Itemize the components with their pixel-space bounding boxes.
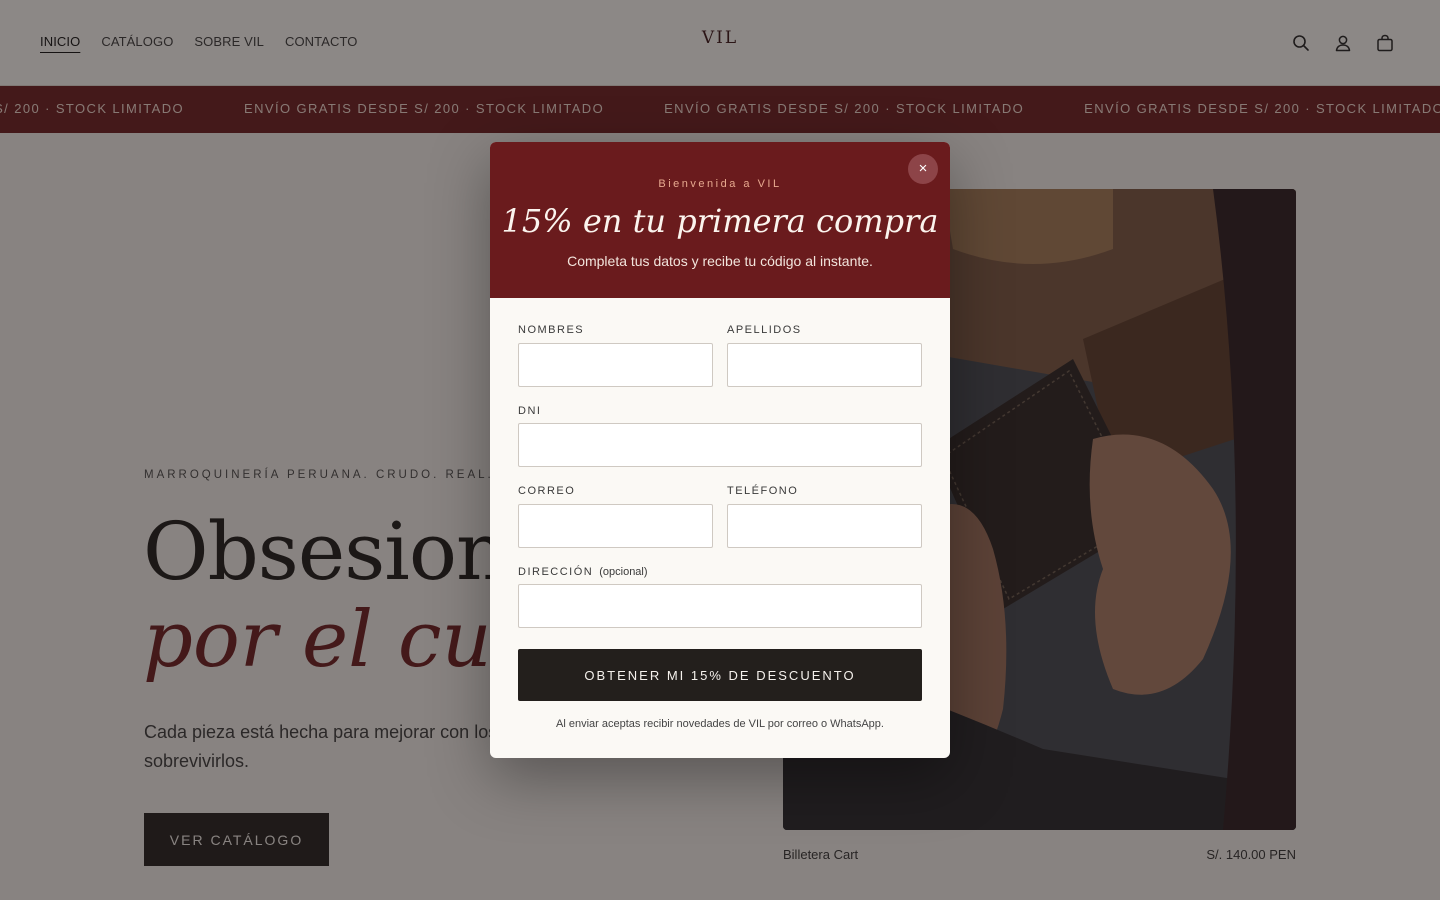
direccion-input[interactable] bbox=[518, 584, 922, 628]
apellidos-label: APELLIDOS bbox=[727, 324, 802, 336]
get-discount-button[interactable]: OBTENER MI 15% DE DESCUENTO bbox=[518, 649, 922, 701]
discount-modal: Bienvenida a VIL 15% en tu primera compr… bbox=[490, 142, 950, 758]
apellidos-input[interactable] bbox=[727, 343, 922, 387]
modal-header: Bienvenida a VIL 15% en tu primera compr… bbox=[490, 142, 950, 298]
telefono-label: TELÉFONO bbox=[727, 485, 799, 497]
dni-input[interactable] bbox=[518, 423, 922, 467]
nombres-input[interactable] bbox=[518, 343, 713, 387]
correo-label: CORREO bbox=[518, 485, 576, 497]
direccion-label: DIRECCIÓN (opcional) bbox=[518, 566, 648, 578]
optional-tag: (opcional) bbox=[599, 566, 648, 578]
close-button[interactable]: × bbox=[908, 154, 938, 184]
nombres-label: NOMBRES bbox=[518, 324, 585, 336]
modal-subtitle: Completa tus datos y recibe tu código al… bbox=[567, 253, 873, 269]
telefono-input[interactable] bbox=[727, 504, 922, 548]
legal-notice: Al enviar aceptas recibir novedades de V… bbox=[556, 718, 884, 730]
correo-input[interactable] bbox=[518, 504, 713, 548]
modal-title: 15% en tu primera compra bbox=[501, 202, 939, 240]
modal-eyebrow: Bienvenida a VIL bbox=[658, 178, 782, 190]
direccion-label-text: DIRECCIÓN bbox=[518, 566, 594, 578]
dni-label: DNI bbox=[518, 405, 542, 417]
